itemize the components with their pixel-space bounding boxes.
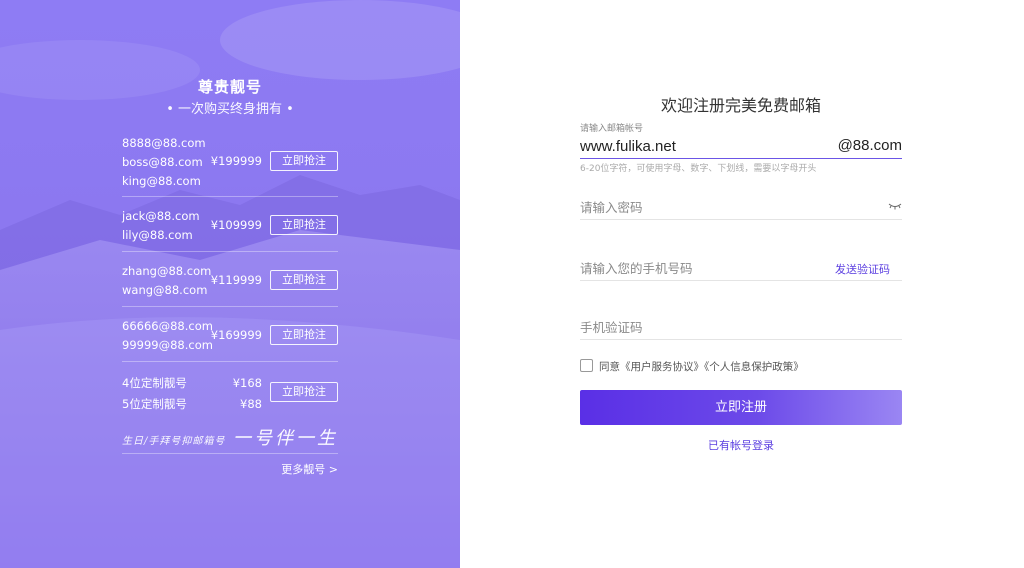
register-button[interactable]: 立即注册: [580, 390, 902, 425]
agree-checkbox[interactable]: [580, 359, 593, 372]
divider: [122, 453, 338, 454]
register-now-button[interactable]: 立即抢注: [270, 382, 338, 402]
premium-names: 66666@88.com 99999@88.com: [122, 317, 213, 355]
account-input[interactable]: [580, 136, 820, 156]
form-title: 欢迎注册完美免费邮箱: [660, 96, 821, 115]
premium-row: 66666@88.com 99999@88.com ¥169999 立即抢注: [122, 317, 338, 362]
register-now-button[interactable]: 立即抢注: [270, 270, 338, 290]
phone-field: 发送验证码: [580, 258, 902, 281]
premium-names: jack@88.com lily@88.com: [122, 207, 200, 245]
premium-price: ¥109999: [210, 218, 262, 232]
promo-title: 尊贵靓号: [197, 78, 262, 96]
code-input[interactable]: [580, 317, 820, 337]
premium-price: ¥119999: [210, 273, 262, 287]
premium-name: zhang@88.com: [122, 264, 212, 278]
custom-price: ¥168: [232, 376, 262, 390]
premium-price: ¥169999: [210, 328, 262, 342]
phone-input[interactable]: [580, 258, 820, 278]
promo-subtitle: • 一次购买终身拥有 •: [166, 102, 294, 117]
custom-prices: ¥168 ¥88: [233, 373, 262, 415]
custom-row: 4位定制靓号 5位定制靓号 ¥168 ¥88 立即抢注: [122, 373, 338, 421]
premium-name: 66666@88.com: [122, 319, 213, 333]
custom-name: 4位定制靓号: [122, 376, 187, 390]
slogan: 生日/手拜号抑邮箱号 一号伴一生: [122, 424, 338, 452]
register-now-button[interactable]: 立即抢注: [270, 151, 338, 171]
agree-text[interactable]: 同意《用户服务协议》《个人信息保护政策》: [599, 361, 804, 373]
register-now-button[interactable]: 立即抢注: [270, 325, 338, 345]
account-label: 请输入邮箱帐号: [580, 124, 644, 134]
premium-name: lily@88.com: [122, 228, 193, 242]
custom-names: 4位定制靓号 5位定制靓号: [122, 373, 187, 415]
code-field: [580, 317, 902, 340]
slogan-big: 一号伴一生: [233, 428, 338, 449]
promo-panel: 尊贵靓号 • 一次购买终身拥有 • 8888@88.com boss@88.co…: [0, 0, 460, 568]
premium-name: 8888@88.com: [122, 136, 206, 150]
premium-price: ¥199999: [210, 154, 262, 168]
premium-names: zhang@88.com wang@88.com: [122, 262, 211, 300]
custom-name: 5位定制靓号: [122, 397, 187, 411]
premium-name: king@88.com: [122, 174, 201, 188]
domain-suffix: @88.com: [837, 137, 902, 154]
password-field: [580, 197, 902, 220]
premium-row: zhang@88.com wang@88.com ¥119999 立即抢注: [122, 262, 338, 307]
eye-closed-icon[interactable]: [888, 201, 902, 211]
premium-row: jack@88.com lily@88.com ¥109999 立即抢注: [122, 207, 338, 252]
custom-price: ¥88: [240, 397, 262, 411]
premium-name: boss@88.com: [122, 155, 203, 169]
account-field: @88.com: [580, 136, 902, 159]
premium-row: 8888@88.com boss@88.com king@88.com ¥199…: [122, 134, 338, 197]
more-numbers-link[interactable]: 更多靓号 >: [122, 461, 338, 477]
login-link[interactable]: 已有帐号登录: [580, 437, 902, 453]
password-input[interactable]: [580, 197, 820, 217]
slogan-small: 生日/手拜号抑邮箱号: [122, 436, 226, 447]
register-now-button[interactable]: 立即抢注: [270, 215, 338, 235]
premium-name: jack@88.com: [122, 209, 200, 223]
agreement: 同意《用户服务协议》《个人信息保护政策》: [580, 359, 804, 374]
send-code-button[interactable]: 发送验证码: [835, 261, 890, 277]
premium-names: 8888@88.com boss@88.com king@88.com: [122, 134, 206, 191]
premium-name: 99999@88.com: [122, 338, 213, 352]
premium-name: wang@88.com: [122, 283, 208, 297]
account-hint: 6-20位字符，可使用字母、数字、下划线，需要以字母开头: [580, 164, 817, 174]
